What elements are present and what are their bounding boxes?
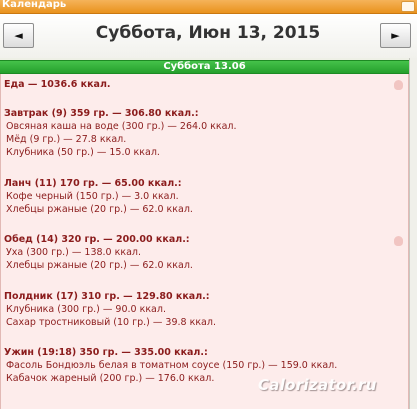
food-item: Кофе черный (150 гр.) — 3.0 ккал.	[6, 191, 179, 202]
food-item: Клубника (300 гр.) — 90.0 ккал.	[6, 304, 166, 315]
food-item: Фасоль Бондюэль белая в томатном соусе (…	[6, 360, 338, 371]
food-item: Мёд (9 гр.) — 27.8 ккал.	[6, 134, 127, 145]
date-navigation: ◄ Суббота, Июн 13, 2015 ►	[0, 14, 417, 58]
next-day-button[interactable]: ►	[380, 23, 411, 48]
food-item: Кабачок жареный (200 гр.) — 176.0 ккал.	[6, 373, 215, 384]
calorie-summary: Еда — 1036.6 ккал.	[4, 79, 111, 90]
food-item: Хлебцы ржаные (20 гр.) — 62.0 ккал.	[6, 204, 193, 215]
scrollbar[interactable]	[409, 58, 417, 409]
watermark: Calorizator.ru	[258, 376, 377, 394]
food-item: Уха (300 гр.) — 138.0 ккал.	[6, 247, 142, 258]
meal-header-snack: Полдник (17) 310 гр. — 129.80 ккал.:	[4, 291, 210, 302]
hand-pointer-icon[interactable]	[394, 80, 403, 90]
food-item: Овсяная каша на воде (300 гр.) — 264.0 к…	[6, 121, 237, 132]
food-item: Хлебцы ржаные (20 гр.) — 62.0 ккал.	[6, 260, 193, 271]
titlebar-button[interactable]	[401, 1, 415, 12]
window-title: Календарь	[2, 0, 67, 10]
day-header: Суббота 13.06	[0, 60, 409, 74]
diary-panel: Еда — 1036.6 ккал. Завтрак (9) 359 гр. —…	[0, 74, 409, 409]
meal-header-lunch: Ланч (11) 170 гр. — 65.00 ккал.:	[4, 178, 182, 189]
hand-pointer-icon[interactable]	[394, 236, 403, 246]
meal-header-breakfast: Завтрак (9) 359 гр. — 306.80 ккал.:	[4, 108, 199, 119]
food-item: Сахар тростниковый (10 гр.) — 39.8 ккал.	[6, 317, 216, 328]
page-title: Суббота, Июн 13, 2015	[95, 23, 321, 43]
window-titlebar: Календарь	[0, 0, 417, 14]
meal-header-dinner: Обед (14) 320 гр. — 200.00 ккал.:	[4, 234, 190, 245]
previous-day-button[interactable]: ◄	[3, 23, 34, 48]
meal-header-supper: Ужин (19:18) 350 гр. — 335.00 ккал.:	[4, 347, 208, 358]
food-item: Клубника (50 гр.) — 15.0 ккал.	[6, 147, 160, 158]
